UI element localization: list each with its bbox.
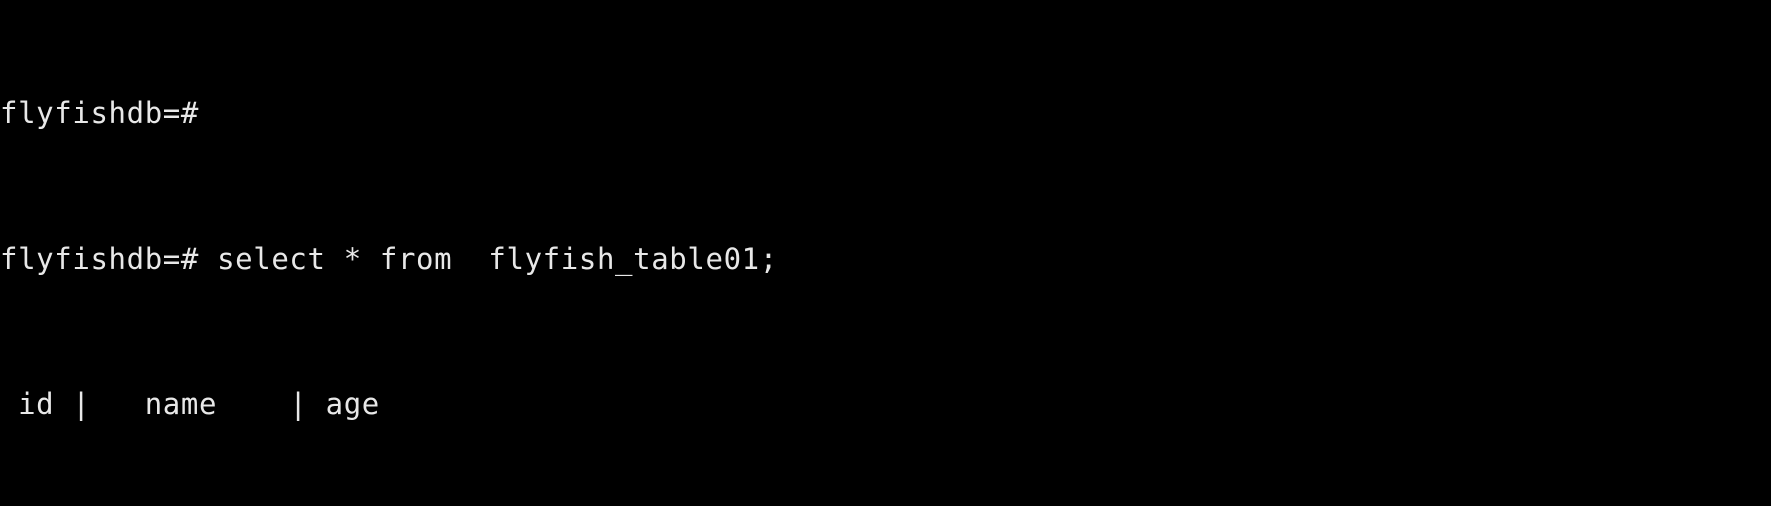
result-table-header: id | name | age <box>0 387 398 422</box>
terminal-line-command: flyfishdb=# select * from flyfish_table0… <box>0 241 778 276</box>
terminal-line-scrollback-prompt: flyfishdb=# <box>0 96 218 131</box>
terminal-buffer: flyfishdb=# flyfishdb=# select * from fl… <box>0 0 778 506</box>
terminal-window[interactable]: flyfishdb=# flyfishdb=# select * from fl… <box>0 0 1771 506</box>
